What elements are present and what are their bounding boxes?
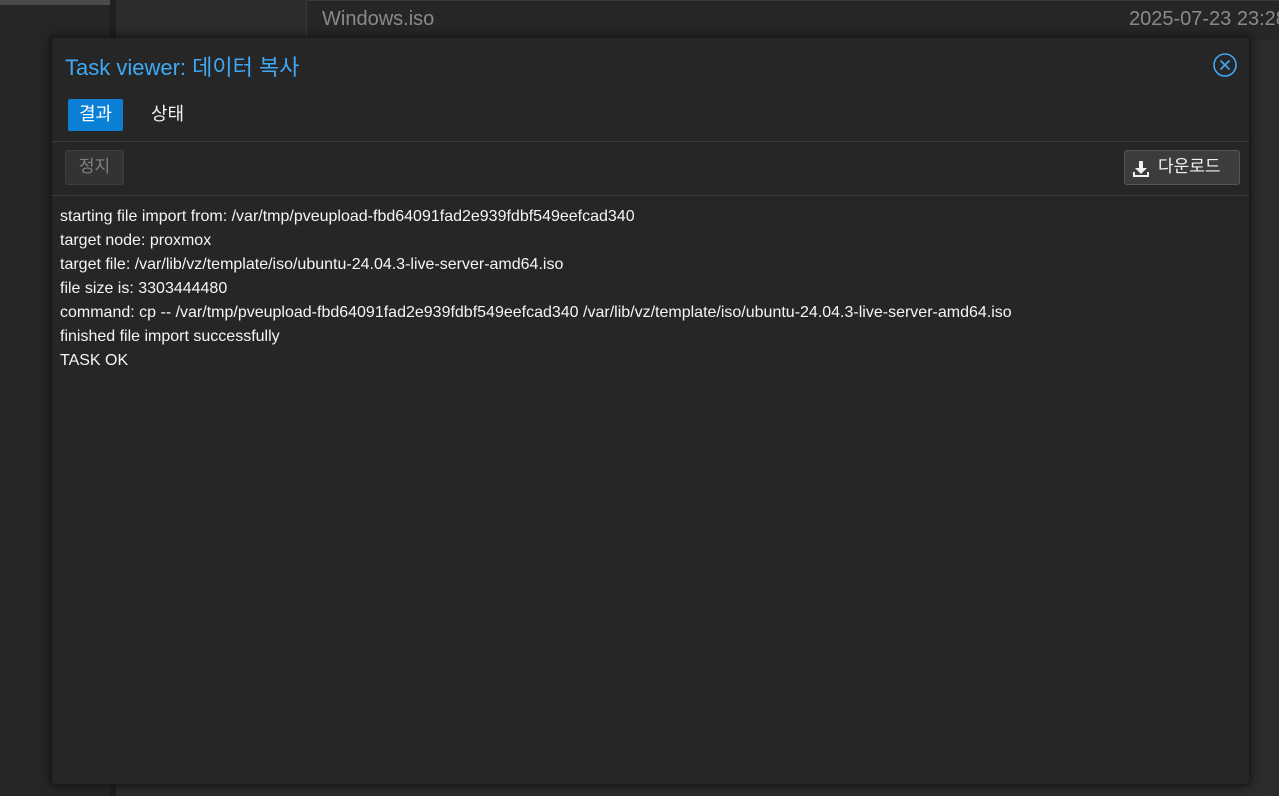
tab-bar: 결과 상태	[52, 92, 1249, 142]
log-line: command: cp -- /var/tmp/pveupload-fbd640…	[60, 304, 1012, 321]
toolbar: 정지 다운로드	[52, 142, 1249, 196]
task-viewer-window: Task viewer: 데이터 복사 결과 상태 정지 다운로드 starti…	[51, 37, 1250, 785]
download-button-label: 다운로드	[1158, 157, 1221, 177]
window-header[interactable]: Task viewer: 데이터 복사	[52, 38, 1249, 92]
task-log-output: starting file import from: /var/tmp/pveu…	[52, 196, 1249, 784]
tab-status[interactable]: 상태	[140, 99, 195, 131]
download-button[interactable]: 다운로드	[1124, 150, 1240, 185]
log-line: target file: /var/lib/vz/template/iso/ub…	[60, 256, 564, 273]
close-circle-icon	[1213, 53, 1237, 77]
stop-button[interactable]: 정지	[65, 150, 124, 185]
window-title: Task viewer: 데이터 복사	[65, 55, 300, 80]
log-line: starting file import from: /var/tmp/pveu…	[60, 208, 635, 225]
log-line: file size is: 3303444480	[60, 280, 228, 297]
log-line: finished file import successfully	[60, 328, 280, 345]
background-sidebar-strip	[0, 0, 110, 5]
log-line: TASK OK	[60, 352, 129, 369]
close-button[interactable]	[1212, 52, 1238, 78]
download-icon	[1131, 158, 1151, 178]
tab-result[interactable]: 결과	[68, 99, 124, 131]
background-grid-cell-date: 2025-07-23 23:28	[1129, 8, 1279, 30]
log-line: target node: proxmox	[60, 232, 212, 249]
background-grid-cell-name: Windows.iso	[322, 8, 435, 30]
